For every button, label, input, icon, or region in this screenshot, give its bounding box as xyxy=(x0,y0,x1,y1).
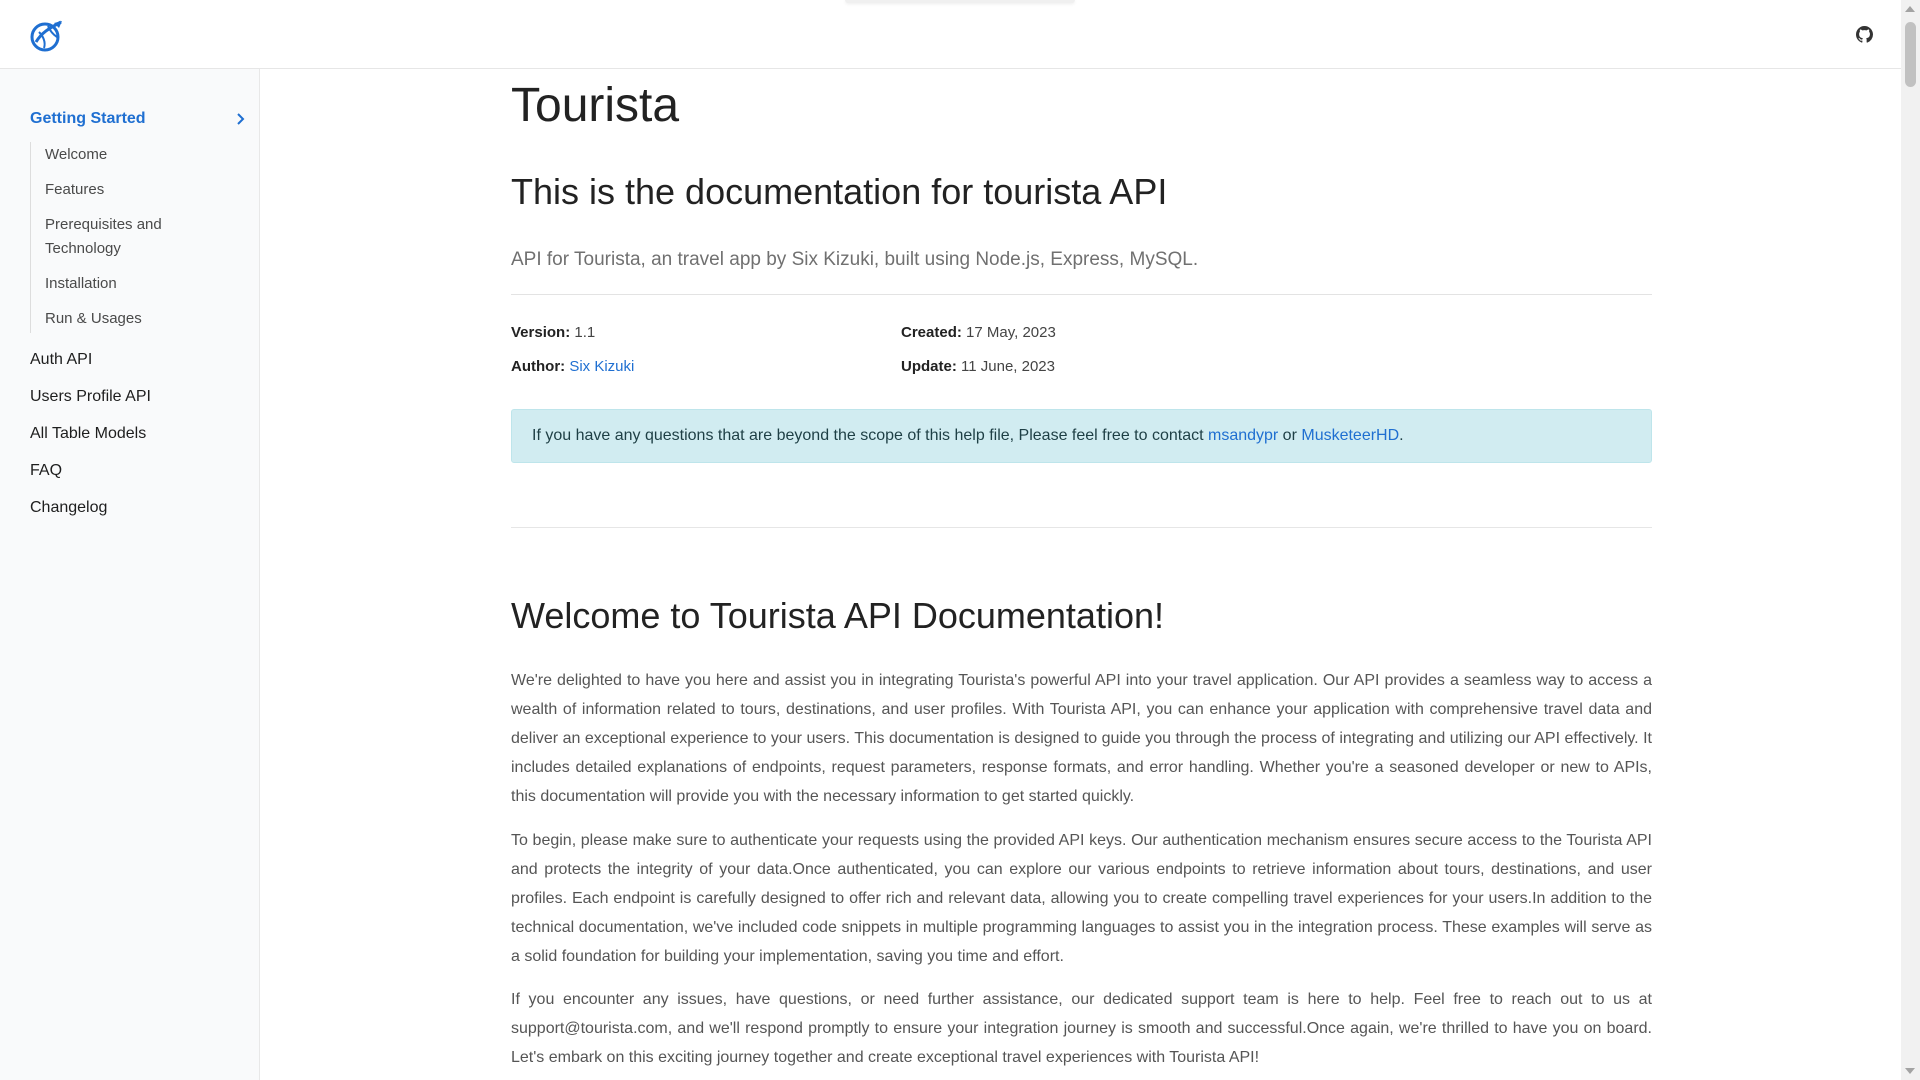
scrollbar-thumb[interactable] xyxy=(1905,22,1916,87)
meta-left: Version: 1.1 Author: Six Kizuki xyxy=(511,324,634,392)
version-label: Version: xyxy=(511,324,571,341)
lead-text: API for Tourista, an travel app by Six K… xyxy=(511,249,1199,270)
alert-end: . xyxy=(1399,427,1404,444)
sidebar-item-installation[interactable]: Installation xyxy=(45,271,245,298)
sidebar-top-items: Auth API Users Profile API All Table Mod… xyxy=(30,350,245,535)
sidebar-item-run-usages[interactable]: Run & Usages xyxy=(45,306,245,333)
sidebar-item-welcome[interactable]: Welcome xyxy=(45,142,245,169)
meta-right: Created: 17 May, 2023 Update: 11 June, 2… xyxy=(901,324,1056,392)
scroll-down-arrow-icon[interactable] xyxy=(1905,1068,1915,1074)
meta-version: Version: 1.1 xyxy=(511,324,634,358)
contact-link-musketeerhd[interactable]: MusketeerHD xyxy=(1301,427,1399,444)
welcome-paragraph-3: If you encounter any issues, have questi… xyxy=(511,991,1652,1066)
alert-or: or xyxy=(1278,427,1302,444)
contact-link-msandypr[interactable]: msandypr xyxy=(1208,427,1278,444)
search-bar-shadow xyxy=(845,0,1075,3)
author-label: Author: xyxy=(511,358,566,375)
sidebar-nav: Getting Started Welcome Features Prerequ… xyxy=(30,109,245,535)
created-label: Created: xyxy=(901,324,962,341)
sidebar-item-all-table-models[interactable]: All Table Models xyxy=(30,424,245,461)
author-link[interactable]: Six Kizuki xyxy=(569,358,634,375)
sidebar: Getting Started Welcome Features Prerequ… xyxy=(0,69,260,1080)
top-navbar xyxy=(0,0,1901,69)
alert-text: If you have any questions that are beyon… xyxy=(532,427,1208,444)
version-value: 1.1 xyxy=(574,324,596,341)
page-scrollbar[interactable] xyxy=(1901,0,1920,1080)
welcome-paragraph-2: To begin, please make sure to authentica… xyxy=(511,832,1652,965)
meta-update: Update: 11 June, 2023 xyxy=(901,358,1056,392)
welcome-heading: Welcome to Tourista API Documentation! xyxy=(511,595,1164,636)
page-title: Tourista xyxy=(511,79,680,132)
sidebar-item-prerequisites[interactable]: Prerequisites and Technology xyxy=(45,212,175,263)
chevron-right-icon xyxy=(237,113,245,125)
info-alert: If you have any questions that are beyon… xyxy=(511,409,1652,463)
sidebar-group-label: Getting Started xyxy=(30,110,146,127)
meta-created: Created: 17 May, 2023 xyxy=(901,324,1056,358)
page-subtitle: This is the documentation for tourista A… xyxy=(511,171,1168,212)
divider xyxy=(511,294,1652,295)
created-value: 17 May, 2023 xyxy=(966,324,1056,341)
sidebar-group-getting-started[interactable]: Getting Started xyxy=(30,109,245,129)
github-icon[interactable] xyxy=(1856,26,1873,43)
scroll-up-arrow-icon[interactable] xyxy=(1905,6,1915,12)
update-value: 11 June, 2023 xyxy=(961,358,1055,375)
sidebar-item-auth-api[interactable]: Auth API xyxy=(30,350,245,387)
sidebar-item-changelog[interactable]: Changelog xyxy=(30,498,245,535)
globe-plane-logo-icon[interactable] xyxy=(28,18,64,54)
sidebar-subnav: Welcome Features Prerequisites and Techn… xyxy=(30,142,245,333)
meta-author: Author: Six Kizuki xyxy=(511,358,634,392)
sidebar-item-users-profile-api[interactable]: Users Profile API xyxy=(30,387,245,424)
sidebar-item-faq[interactable]: FAQ xyxy=(30,461,245,498)
sidebar-item-features[interactable]: Features xyxy=(45,177,245,204)
welcome-paragraph-1: We're delighted to have you here and ass… xyxy=(511,672,1652,805)
section-divider xyxy=(511,527,1652,528)
update-label: Update: xyxy=(901,358,957,375)
